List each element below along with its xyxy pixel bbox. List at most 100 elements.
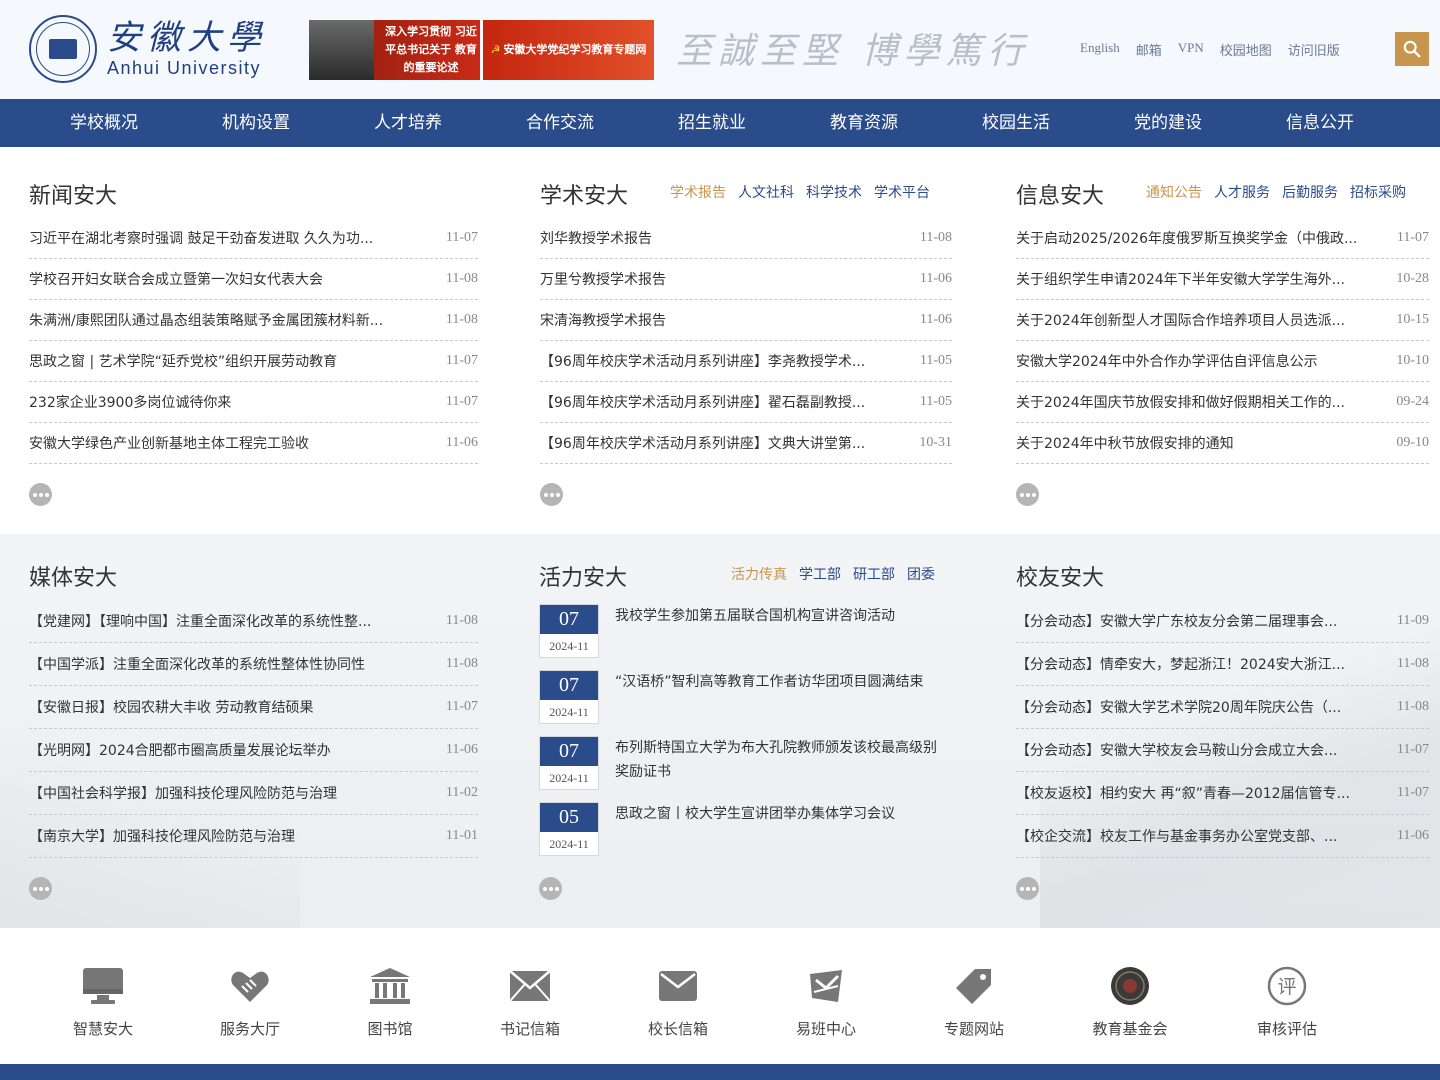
nav-item-cooperation[interactable]: 合作交流 bbox=[484, 99, 636, 147]
academic-section: 学术安大 学术报告 人文社科 科学技术 学术平台 刘华教授学术报告 11-08 万… bbox=[540, 178, 952, 518]
quick-link-president-mailbox[interactable]: 校长信箱 bbox=[618, 966, 738, 1039]
study-xi-banner[interactable]: 深入学习贯彻 习近平总书记关于 教育的重要论述 bbox=[309, 20, 480, 80]
vitality-title[interactable]: 活力安大 bbox=[539, 560, 627, 592]
list-item[interactable]: 【96周年校庆学术活动月系列讲座】文典大讲堂第... 10-31 bbox=[540, 423, 952, 464]
envelope-icon bbox=[509, 970, 551, 1002]
list-item[interactable]: 思政之窗 | 艺术学院“延乔党校”组织开展劳动教育 11-07 bbox=[29, 341, 478, 382]
list-item[interactable]: 关于2024年中秋节放假安排的通知 09-10 bbox=[1016, 423, 1429, 464]
monitor-icon bbox=[83, 968, 123, 1004]
tab-lectures[interactable]: 学术报告 bbox=[670, 182, 726, 202]
tab-science[interactable]: 科学技术 bbox=[806, 182, 862, 202]
news-more-icon[interactable] bbox=[29, 483, 52, 506]
tab-procurement[interactable]: 招标采购 bbox=[1350, 182, 1406, 202]
quick-link-smart-ahu[interactable]: 智慧安大 bbox=[43, 966, 163, 1039]
nav-item-institutions[interactable]: 机构设置 bbox=[180, 99, 332, 147]
list-item[interactable]: 【96周年校庆学术活动月系列讲座】翟石磊副教授... 11-05 bbox=[540, 382, 952, 423]
vitality-tabs: 活力传真 学工部 研工部 团委 bbox=[731, 564, 935, 584]
search-button[interactable] bbox=[1395, 32, 1429, 66]
list-item[interactable]: 习近平在湖北考察时强调 鼓足干劲奋发进取 久久为功... 11-07 bbox=[29, 218, 478, 259]
quick-link-audit-evaluation[interactable]: 评 审核评估 bbox=[1227, 966, 1347, 1039]
academic-more-icon[interactable] bbox=[540, 483, 563, 506]
news-title[interactable]: 新闻安大 bbox=[29, 178, 117, 210]
media-more-icon[interactable] bbox=[29, 877, 52, 900]
list-item[interactable]: 【安徽日报】校园农耕大丰收 劳动教育结硕果 11-07 bbox=[29, 686, 478, 729]
vitality-section: 活力安大 活力传真 学工部 研工部 团委 07 2024-11 我校学生参加第五届… bbox=[539, 560, 949, 905]
info-title[interactable]: 信息安大 bbox=[1016, 178, 1104, 210]
quick-link-education-foundation[interactable]: 教育基金会 bbox=[1070, 966, 1190, 1039]
list-item[interactable]: 关于启动2025/2026年度俄罗斯互换奖学金（中俄政... 11-07 bbox=[1016, 218, 1429, 259]
leader-photo bbox=[309, 20, 374, 80]
tab-talent-services[interactable]: 人才服务 bbox=[1214, 182, 1270, 202]
nav-item-campus-life[interactable]: 校园生活 bbox=[940, 99, 1092, 147]
party-emblem-icon: ☭ bbox=[490, 43, 501, 56]
nav-item-party-building[interactable]: 党的建设 bbox=[1092, 99, 1244, 147]
main-nav: 学校概况 机构设置 人才培养 合作交流 招生就业 教育资源 校园生活 党的建设 … bbox=[0, 99, 1440, 147]
list-item[interactable]: 【校企交流】校友工作与基金事务办公室党支部、... 11-06 bbox=[1016, 815, 1429, 858]
university-motto: 至誠至堅 博學篤行 bbox=[676, 31, 1030, 72]
list-item[interactable]: 关于2024年创新型人才国际合作培养项目人员选派... 10-15 bbox=[1016, 300, 1429, 341]
alumni-more-icon[interactable] bbox=[1016, 877, 1039, 900]
link-english[interactable]: English bbox=[1080, 40, 1120, 59]
list-item[interactable]: 关于组织学生申请2024年下半年安徽大学学生海外... 10-28 bbox=[1016, 259, 1429, 300]
list-item[interactable]: 安徽大学绿色产业创新基地主体工程完工验收 11-06 bbox=[29, 423, 478, 464]
list-item[interactable]: 万里兮教授学术报告 11-06 bbox=[540, 259, 952, 300]
list-item[interactable]: 232家企业3900多岗位诚待你来 11-07 bbox=[29, 382, 478, 423]
tab-notices[interactable]: 通知公告 bbox=[1146, 182, 1202, 202]
list-item[interactable]: 【分会动态】情牵安大，梦起浙江！2024安大浙江... 11-08 bbox=[1016, 643, 1429, 686]
nav-item-education[interactable]: 人才培养 bbox=[332, 99, 484, 147]
list-item[interactable]: 【分会动态】安徽大学艺术学院20周年院庆公告（... 11-08 bbox=[1016, 686, 1429, 729]
list-item[interactable]: 【96周年校庆学术活动月系列讲座】李尧教授学术... 11-05 bbox=[540, 341, 952, 382]
nav-item-resources[interactable]: 教育资源 bbox=[788, 99, 940, 147]
academic-tabs: 学术报告 人文社科 科学技术 学术平台 bbox=[670, 182, 930, 202]
mail-icon bbox=[659, 971, 697, 1001]
academic-title[interactable]: 学术安大 bbox=[540, 178, 628, 210]
tab-youth-league[interactable]: 团委 bbox=[907, 564, 935, 584]
party-discipline-banner[interactable]: ☭ 安徽大学党纪学习教育专题网 bbox=[483, 20, 654, 80]
site-header: 安徽大學 Anhui University 深入学习贯彻 习近平总书记关于 教育… bbox=[0, 0, 1440, 99]
list-item[interactable]: 学校召开妇女联合会成立暨第一次妇女代表大会 11-08 bbox=[29, 259, 478, 300]
link-email[interactable]: 邮箱 bbox=[1136, 40, 1162, 59]
alumni-section: 校友安大 【分会动态】安徽大学广东校友分会第二届理事会... 11-09 【分会动… bbox=[1016, 560, 1429, 905]
list-item[interactable]: 【分会动态】安徽大学广东校友分会第二届理事会... 11-09 bbox=[1016, 600, 1429, 643]
alumni-title[interactable]: 校友安大 bbox=[1016, 560, 1104, 592]
vitality-more-icon[interactable] bbox=[539, 877, 562, 900]
list-item[interactable]: 【光明网】2024合肥都市圈高质量发展论坛举办 11-06 bbox=[29, 729, 478, 772]
list-item[interactable]: 【中国学派】注重全面深化改革的系统性整体性协同性 11-08 bbox=[29, 643, 478, 686]
university-logo[interactable]: 安徽大學 Anhui University bbox=[29, 14, 269, 84]
link-campus-map[interactable]: 校园地图 bbox=[1220, 40, 1272, 59]
list-item[interactable]: 【党建网】【理响中国】注重全面深化改革的系统性整... 11-08 bbox=[29, 600, 478, 643]
list-item[interactable]: 安徽大学2024年中外合作办学评估自评信息公示 10-10 bbox=[1016, 341, 1429, 382]
list-item[interactable]: 宋清海教授学术报告 11-06 bbox=[540, 300, 952, 341]
quick-links-bar: 智慧安大 服务大厅 图书馆 书记信箱 校长信箱 易班中心 专题网站 教育基金会 … bbox=[0, 928, 1440, 1064]
date-badge: 07 2024-11 bbox=[539, 604, 599, 658]
quick-link-service-hall[interactable]: 服务大厅 bbox=[190, 966, 310, 1039]
quick-link-library[interactable]: 图书馆 bbox=[330, 966, 450, 1039]
quick-link-special-sites[interactable]: 专题网站 bbox=[914, 966, 1034, 1039]
list-item[interactable]: 朱满洲/康熙团队通过晶态组装策略赋予金属团簇材料新... 11-08 bbox=[29, 300, 478, 341]
date-badge: 07 2024-11 bbox=[539, 736, 599, 790]
news-section: 新闻安大 习近平在湖北考察时强调 鼓足干劲奋发进取 久久为功... 11-07 学… bbox=[29, 178, 478, 518]
svg-text:评: 评 bbox=[1277, 976, 1296, 998]
quick-link-secretary-mailbox[interactable]: 书记信箱 bbox=[470, 966, 590, 1039]
nav-item-overview[interactable]: 学校概况 bbox=[28, 99, 180, 147]
link-old-version[interactable]: 访问旧版 bbox=[1288, 40, 1340, 59]
tab-humanities[interactable]: 人文社科 bbox=[738, 182, 794, 202]
info-more-icon[interactable] bbox=[1016, 483, 1039, 506]
quick-link-yiban-center[interactable]: 易班中心 bbox=[766, 966, 886, 1039]
tab-logistics[interactable]: 后勤服务 bbox=[1282, 182, 1338, 202]
list-item[interactable]: 【校友返校】相约安大 再“叙”青春—2012届信管专... 11-07 bbox=[1016, 772, 1429, 815]
university-seal-icon bbox=[29, 15, 97, 83]
tab-graduate-affairs[interactable]: 研工部 bbox=[853, 564, 895, 584]
tab-student-affairs[interactable]: 学工部 bbox=[799, 564, 841, 584]
tab-vitality-news[interactable]: 活力传真 bbox=[731, 564, 787, 584]
nav-item-admissions[interactable]: 招生就业 bbox=[636, 99, 788, 147]
nav-item-info-disclosure[interactable]: 信息公开 bbox=[1244, 99, 1396, 147]
media-title[interactable]: 媒体安大 bbox=[29, 560, 117, 592]
tab-platforms[interactable]: 学术平台 bbox=[874, 182, 930, 202]
list-item[interactable]: 【南京大学】加强科技伦理风险防范与治理 11-01 bbox=[29, 815, 478, 858]
link-vpn[interactable]: VPN bbox=[1178, 40, 1204, 59]
list-item[interactable]: 【分会动态】安徽大学校友会马鞍山分会成立大会... 11-07 bbox=[1016, 729, 1429, 772]
list-item[interactable]: 刘华教授学术报告 11-08 bbox=[540, 218, 952, 259]
list-item[interactable]: 关于2024年国庆节放假安排和做好假期相关工作的... 09-24 bbox=[1016, 382, 1429, 423]
list-item[interactable]: 【中国社会科学报】加强科技伦理风险防范与治理 11-02 bbox=[29, 772, 478, 815]
